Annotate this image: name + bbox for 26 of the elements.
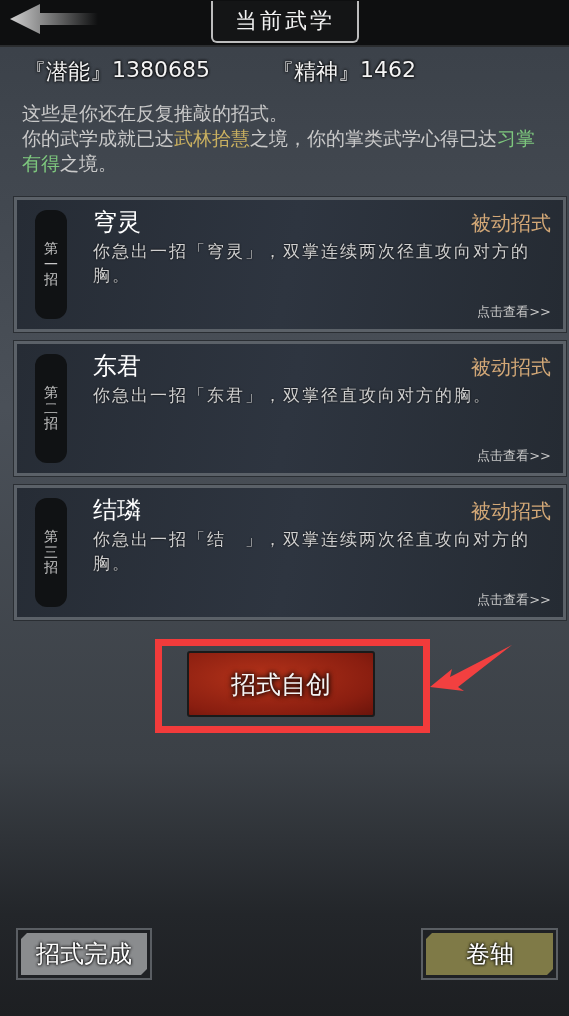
move-description: 你急出一招「东君」，双掌径直攻向对方的胸。 [93, 385, 493, 407]
create-move-button[interactable]: 招式自创 [186, 651, 375, 717]
view-link[interactable]: 点击查看>> [477, 447, 551, 465]
stat-label: 『精神』 [272, 58, 360, 86]
action-button[interactable]: 卷轴 [426, 933, 553, 975]
move-type: 被动招式 [471, 498, 551, 525]
move-name: 东君 [93, 351, 141, 382]
move-card[interactable]: 第一招 穹灵 被动招式 你急出一招「穹灵」，双掌连续两次径直攻向对方的胸。 点击查看>> [14, 197, 566, 332]
stat-label: 『潜能』 [24, 58, 112, 86]
move-type: 被动招式 [471, 354, 551, 381]
move-type: 被动招式 [471, 210, 551, 237]
move-description: 你急出一招「穹灵」，双掌连续两次径直攻向对方的胸。 [93, 241, 531, 287]
move-name: 结璘 [93, 495, 141, 526]
move-name: 穹灵 [93, 207, 141, 238]
order-label: 第一招 [35, 210, 67, 319]
stat-value: 1462 [360, 57, 416, 84]
stat-value: 1380685 [112, 57, 210, 84]
move-card[interactable]: 第三招 结璘 被动招式 你急出一招「结 」，双掌连续两次径直攻向对方的胸。 点击查看>> [14, 485, 566, 620]
move-card[interactable]: 第二招 东君 被动招式 你急出一招「东君」，双掌径直攻向对方的胸。 点击查看>> [14, 341, 566, 476]
view-link[interactable]: 点击查看>> [477, 303, 551, 321]
move-description: 你急出一招「结 」，双掌连续两次径直攻向对方的胸。 [93, 529, 531, 575]
order-label: 第三招 [35, 498, 67, 607]
view-link[interactable]: 点击查看>> [477, 591, 551, 609]
order-label: 第二招 [35, 354, 67, 463]
description-text: 这些是你还在反复推敲的招式。 你的武学成就已达武林拾慧之境，你的掌类武学心得已达习掌有得之境。 [22, 102, 536, 176]
page-title: 当前武学 [210, 0, 359, 43]
